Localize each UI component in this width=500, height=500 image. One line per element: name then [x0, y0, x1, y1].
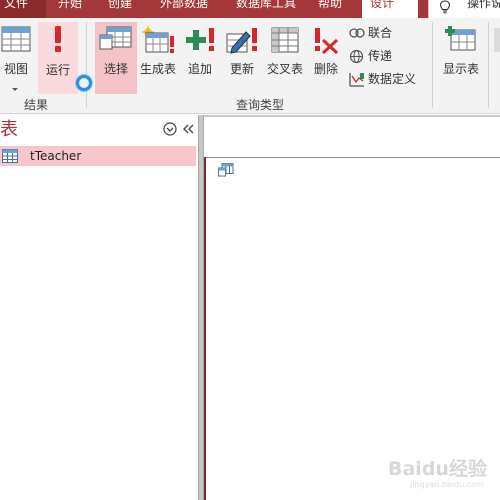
union-rings-icon [349, 28, 365, 38]
exclamation-icon [55, 26, 61, 52]
crosstab-icon [271, 27, 299, 53]
circle-chevron-down-icon[interactable] [163, 122, 177, 136]
select-query-button[interactable]: 选择 [95, 22, 137, 94]
mouse-cursor-indicator [76, 75, 92, 91]
group-divider [488, 22, 489, 108]
watermark-text: Baidu经验 [388, 458, 487, 480]
select-label: 选择 [103, 62, 128, 76]
document-top-edge [204, 115, 500, 117]
show-table-button[interactable]: 显示表 [438, 22, 484, 94]
ribbon-tab-bar: 文件 开始 创建 外部数据 数据库工具 帮助 设计 操作说 [0, 0, 500, 18]
append-plus-icon [186, 28, 214, 51]
delete-x-icon [315, 28, 339, 54]
union-button[interactable]: 联合 [349, 24, 419, 42]
next-group-fragment [494, 28, 500, 52]
data-definition-icon [349, 73, 364, 87]
query-icon [218, 163, 234, 177]
pass-through-button[interactable]: 传递 [349, 47, 419, 65]
crosstab-button[interactable]: 交叉表 [264, 22, 306, 94]
data-definition-button[interactable]: 数据定义 [349, 70, 429, 88]
data-definition-label: 数据定义 [368, 72, 417, 86]
update-label: 更新 [229, 62, 254, 76]
tab-design[interactable]: 设计 [362, 0, 418, 18]
table-icon [2, 149, 18, 163]
chevron-down-icon [12, 88, 18, 91]
append-button[interactable]: 追加 [182, 22, 218, 94]
tell-me-search[interactable]: 操作说 [428, 0, 500, 18]
lightbulb-icon [439, 0, 451, 14]
delete-label: 删除 [313, 62, 338, 76]
select-query-icon [99, 26, 132, 50]
tab-help[interactable]: 帮助 [318, 0, 352, 18]
tab-home[interactable]: 开始 [58, 0, 98, 18]
view-button[interactable]: 视图 [0, 22, 32, 94]
view-label: 视图 [3, 62, 28, 76]
tab-create[interactable]: 创建 [108, 0, 148, 18]
show-table-icon [445, 26, 476, 51]
union-label: 联合 [368, 26, 393, 40]
navigation-pane: 表 tTeacher [0, 115, 198, 500]
append-label: 追加 [187, 62, 212, 76]
double-chevron-left-icon[interactable] [181, 122, 195, 136]
group-divider [432, 22, 433, 108]
tell-me-label: 操作说 [467, 0, 500, 10]
query-tab-divider [204, 157, 500, 158]
nav-pane-title: 表 [0, 119, 18, 140]
show-table-label: 显示表 [442, 62, 479, 76]
update-button[interactable]: 更新 [224, 22, 260, 94]
tab-external-data[interactable]: 外部数据 [160, 0, 220, 18]
tab-file[interactable]: 文件 [0, 0, 46, 18]
make-table-button[interactable]: 生成表 [138, 22, 178, 94]
delete-button[interactable]: 删除 [310, 22, 342, 94]
make-table-label: 生成表 [139, 62, 176, 76]
nav-item-tteacher[interactable]: tTeacher [0, 146, 196, 166]
results-group-label: 结果 [24, 98, 49, 112]
make-table-icon [142, 26, 174, 53]
run-label: 运行 [45, 63, 70, 77]
query-type-group-label: 查询类型 [236, 98, 285, 112]
pass-through-label: 传递 [368, 49, 393, 63]
ribbon: 视图 运行 结果 选择 生成表 追加 更新 交叉表 删除 联合 传递 数据定义 … [0, 18, 500, 114]
crosstab-label: 交叉表 [266, 62, 303, 76]
watermark-subtext: jingyan.baidu.com [410, 480, 484, 489]
update-pencil-icon [226, 28, 257, 54]
globe-icon [349, 49, 364, 64]
access-window: 文件 开始 创建 外部数据 数据库工具 帮助 设计 操作说 视图 运行 结果 选… [0, 0, 500, 500]
baidu-jingyan-watermark: Baidu经验 jingyan.baidu.com [380, 446, 496, 496]
group-divider [86, 22, 87, 108]
query-window-left-border [204, 157, 206, 500]
tab-database-tools[interactable]: 数据库工具 [236, 0, 308, 18]
view-icon [1, 26, 31, 52]
query-design-area [204, 115, 500, 500]
nav-item-label: tTeacher [30, 149, 82, 163]
run-button[interactable]: 运行 [38, 22, 78, 94]
